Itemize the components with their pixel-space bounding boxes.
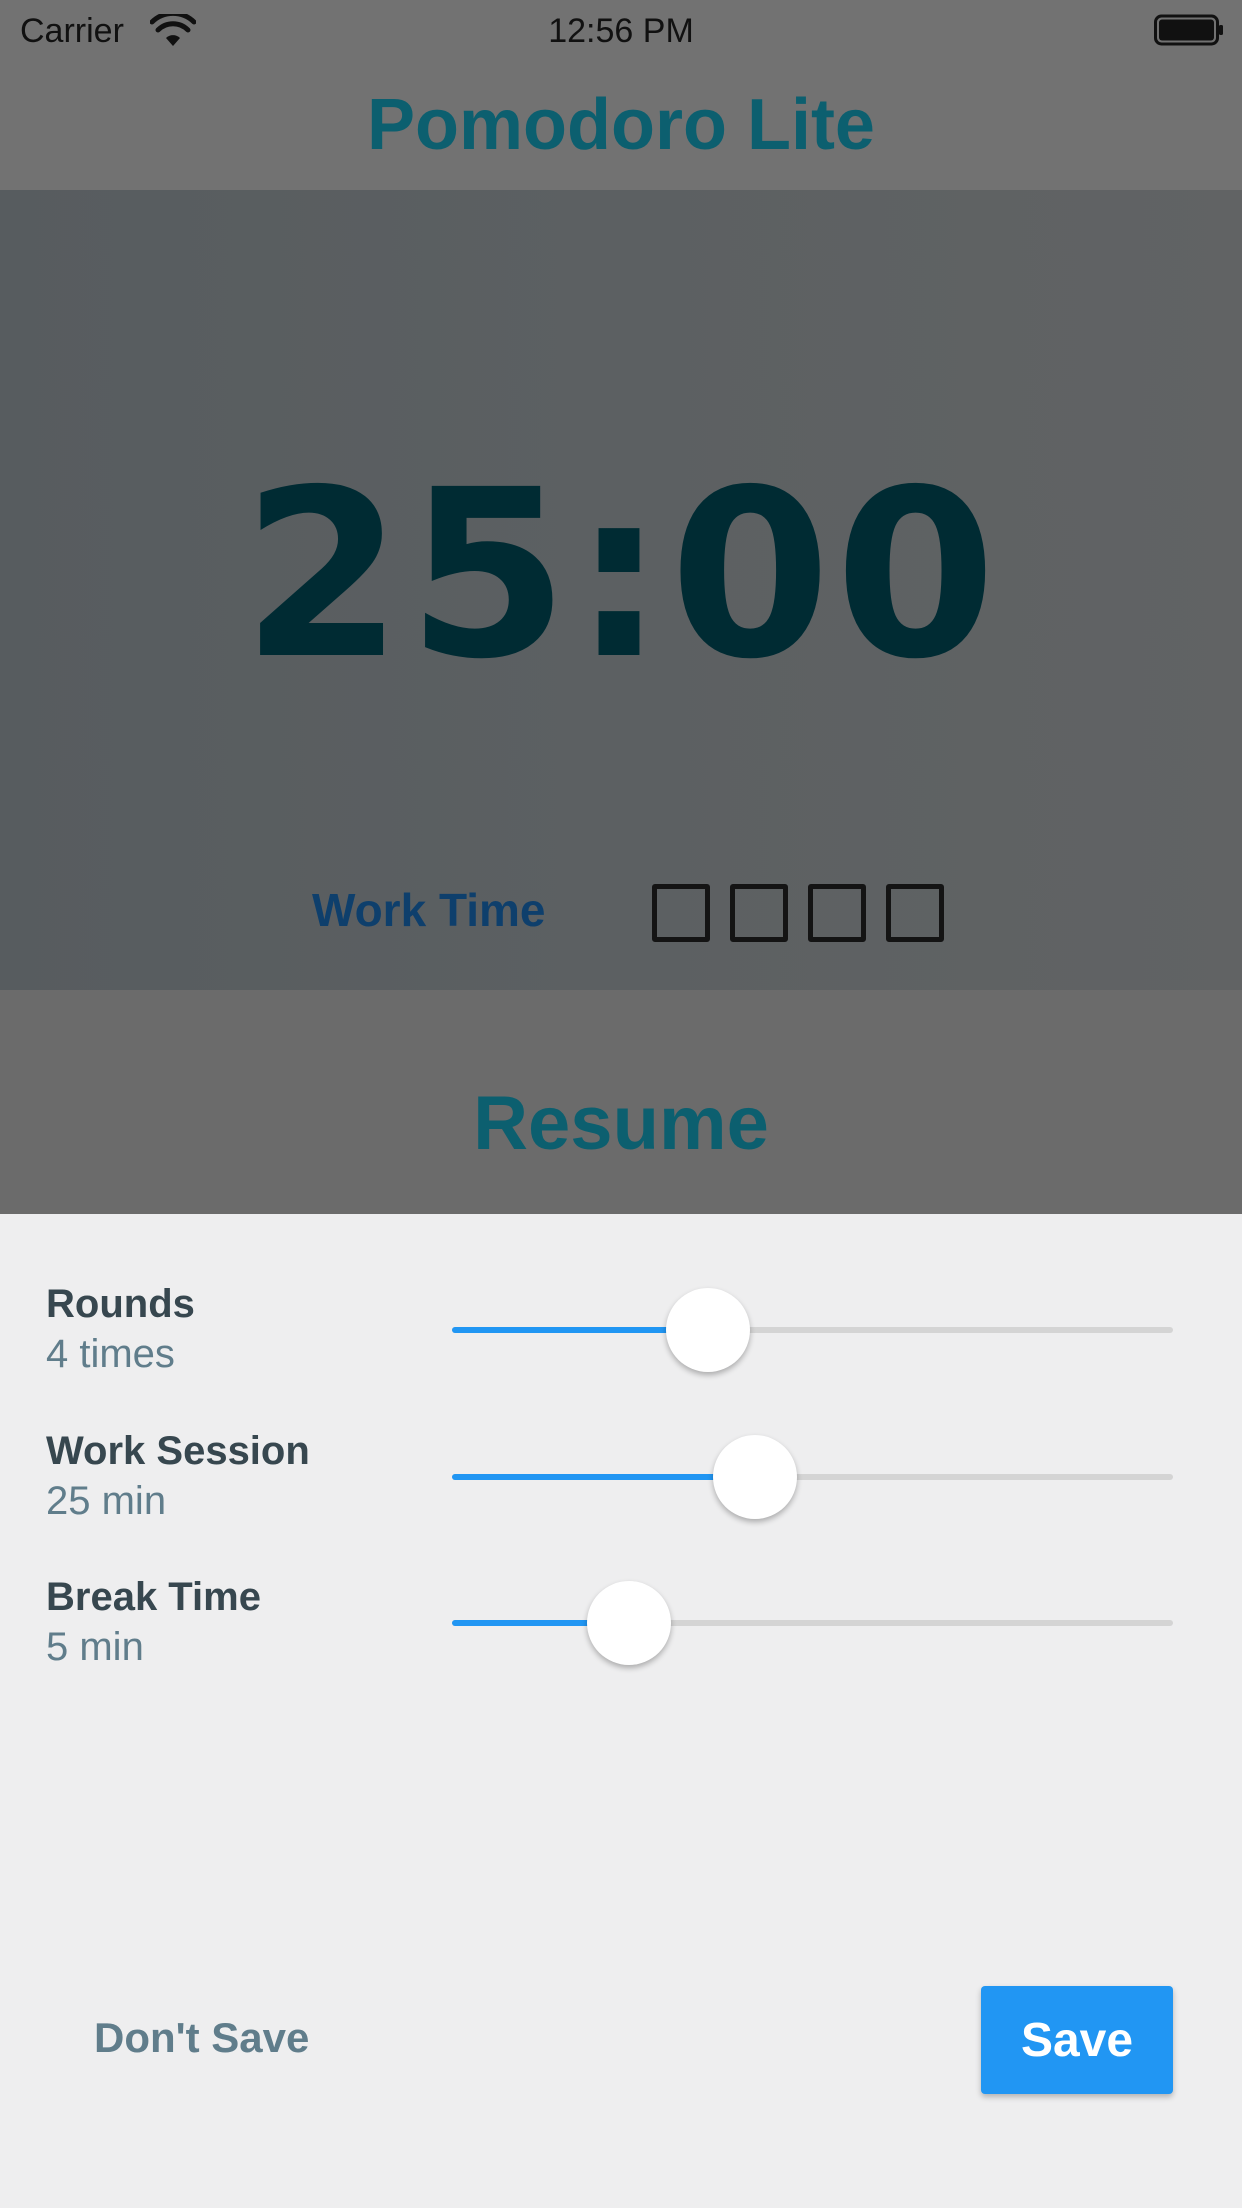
work-session-slider[interactable]: [452, 1429, 1173, 1549]
break-time-slider[interactable]: [452, 1575, 1173, 1695]
resume-button[interactable]: Resume: [0, 1080, 1242, 1167]
setting-rounds: Rounds 4 times: [0, 1282, 1242, 1402]
round-box: [808, 884, 866, 942]
rounds-indicator: [652, 884, 944, 942]
round-box: [652, 884, 710, 942]
rounds-slider[interactable]: [452, 1282, 1173, 1402]
nav-bar: Pomodoro Lite: [0, 62, 1242, 191]
rounds-label: Rounds: [46, 1282, 195, 1326]
save-button[interactable]: Save: [981, 1986, 1173, 2094]
status-time: 12:56 PM: [548, 12, 694, 50]
timer-display: 25:00: [241, 440, 1001, 710]
round-box: [730, 884, 788, 942]
phase-label: Work Time: [312, 884, 546, 936]
setting-break-time: Break Time 5 min: [0, 1575, 1242, 1695]
slider-thumb[interactable]: [586, 1581, 671, 1665]
slider-thumb[interactable]: [665, 1288, 750, 1372]
work-session-value: 25 min: [46, 1479, 167, 1523]
battery-full-icon: [1154, 14, 1223, 46]
slider-fill: [452, 1474, 755, 1480]
app-title: Pomodoro Lite: [367, 85, 875, 165]
dont-save-button[interactable]: Don't Save: [94, 2014, 309, 2062]
settings-sheet: Rounds 4 times Work Session 25 min Break…: [0, 1214, 1242, 2208]
slider-thumb[interactable]: [712, 1435, 797, 1519]
break-time-label: Break Time: [46, 1575, 261, 1619]
timer-panel: 25:00 Work Time: [0, 190, 1242, 990]
status-bar: Carrier 12:56 PM: [0, 0, 1242, 62]
work-session-label: Work Session: [46, 1429, 310, 1473]
round-box: [886, 884, 944, 942]
setting-work-session: Work Session 25 min: [0, 1429, 1242, 1549]
rounds-value: 4 times: [46, 1332, 175, 1376]
pomodoro-app-background: Carrier 12:56 PM Pomodoro Lite 25:00 Wor…: [0, 0, 1242, 1214]
resume-area: Resume: [0, 990, 1242, 1214]
break-time-value: 5 min: [46, 1625, 144, 1669]
